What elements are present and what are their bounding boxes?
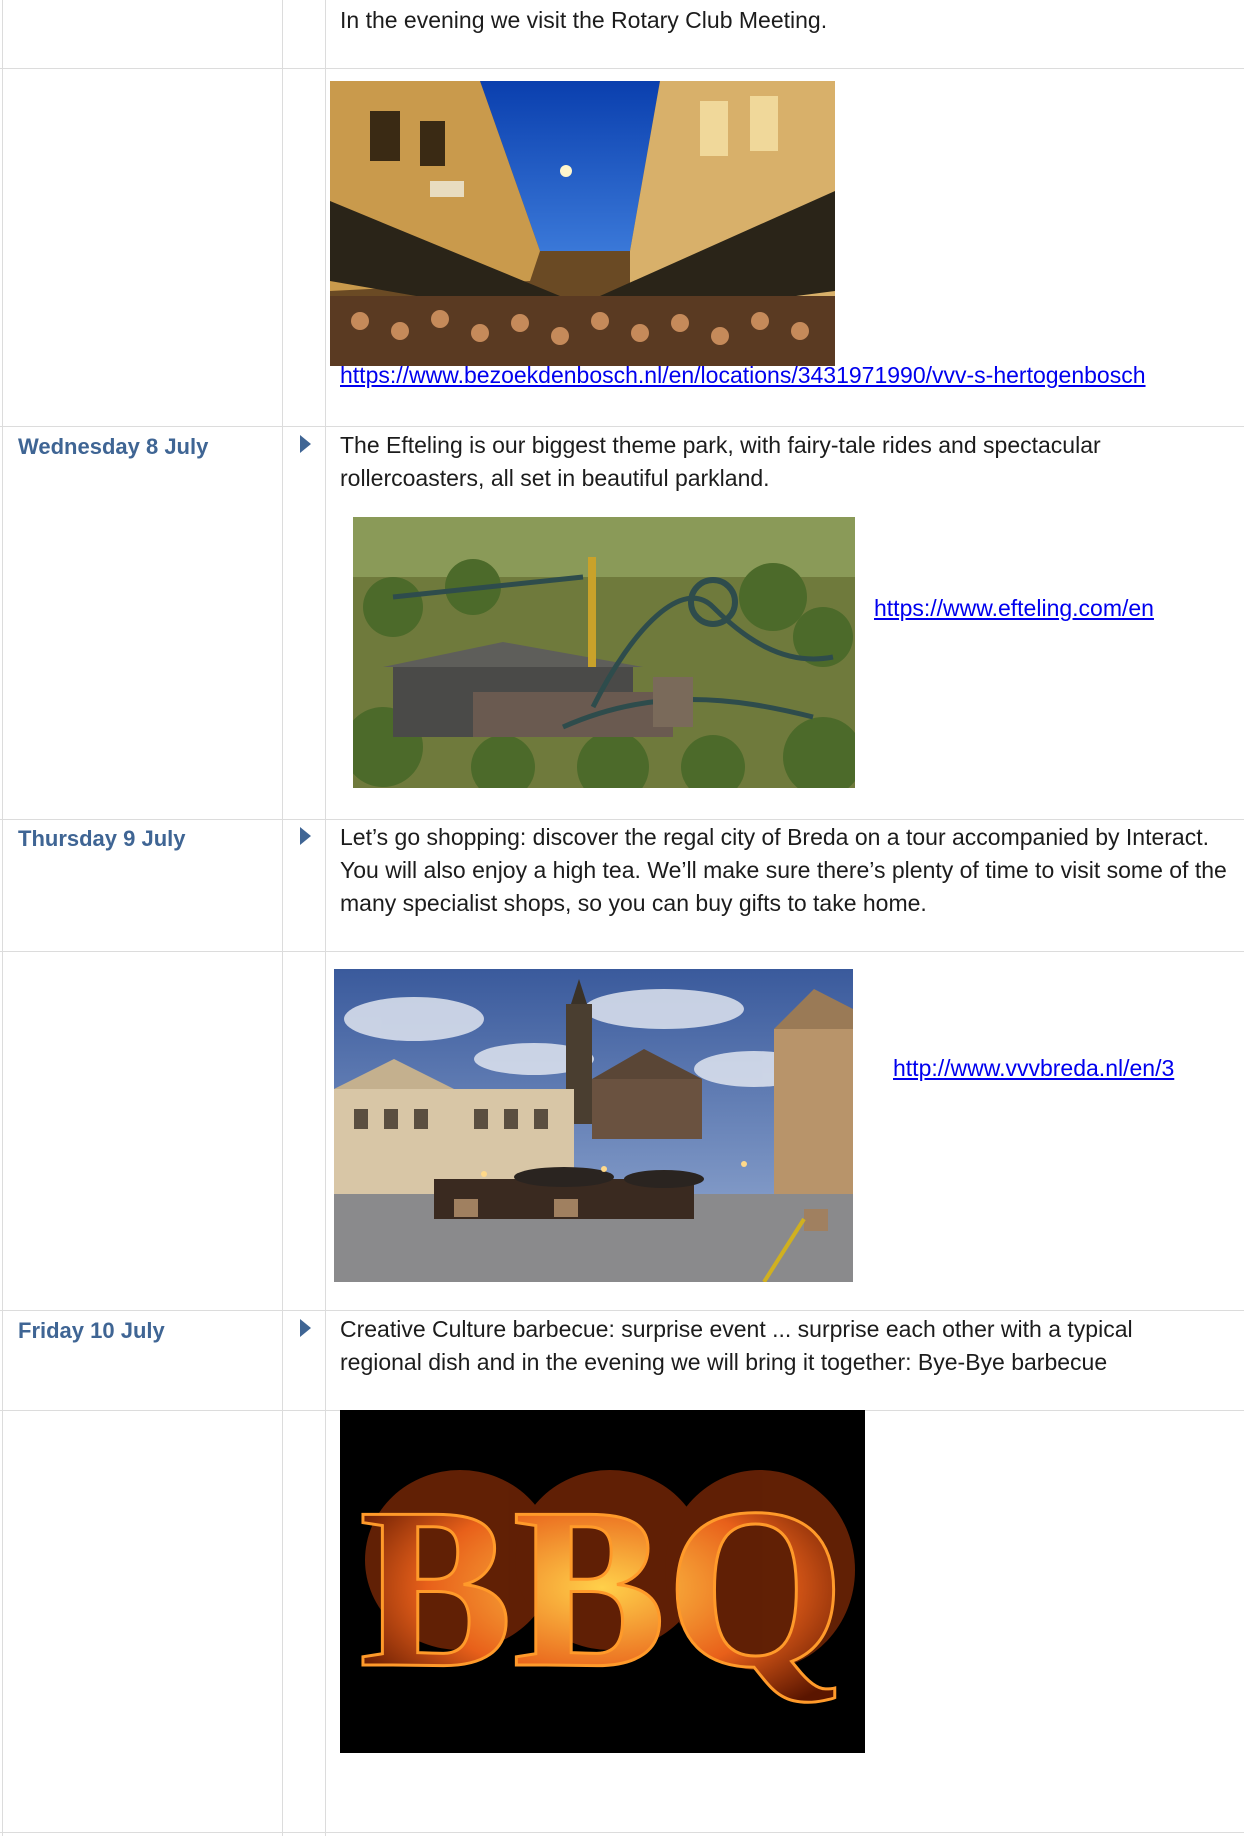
row-divider <box>0 1832 1244 1833</box>
efteling-description: The Efteling is our biggest theme park, … <box>340 432 1101 491</box>
row-divider <box>0 426 1244 427</box>
row-divider <box>0 1310 1244 1311</box>
column-divider <box>325 0 326 1836</box>
column-divider <box>282 0 283 1836</box>
breda-link[interactable]: http://www.vvvbreda.nl/en/3 <box>893 1055 1174 1082</box>
itinerary-page: In the evening we visit the Rotary Club … <box>0 0 1244 1836</box>
column-divider <box>2 0 3 1836</box>
row-divider <box>0 819 1244 820</box>
breda-square-photo <box>334 969 853 1282</box>
den-bosch-street-photo <box>330 81 835 366</box>
row-divider <box>0 951 1244 952</box>
day-label-friday: Friday 10 July <box>18 1318 165 1343</box>
efteling-link[interactable]: https://www.efteling.com/en <box>874 595 1154 622</box>
triangle-right-icon <box>300 827 311 845</box>
triangle-right-icon <box>300 1319 311 1337</box>
row-divider <box>0 68 1244 69</box>
day-label-wednesday: Wednesday 8 July <box>18 434 209 459</box>
den-bosch-link[interactable]: https://www.bezoekdenbosch.nl/en/locatio… <box>340 362 1146 389</box>
day-label-thursday: Thursday 9 July <box>18 826 186 851</box>
efteling-park-photo <box>353 517 855 788</box>
bbq-lettering: BBQ <box>359 1460 845 1715</box>
evening-description: In the evening we visit the Rotary Club … <box>340 7 828 33</box>
breda-description: Let’s go shopping: discover the regal ci… <box>340 824 1227 916</box>
bbq-fire-image: BBQ <box>340 1410 865 1753</box>
triangle-right-icon <box>300 435 311 453</box>
barbecue-description: Creative Culture barbecue: surprise even… <box>340 1316 1133 1375</box>
